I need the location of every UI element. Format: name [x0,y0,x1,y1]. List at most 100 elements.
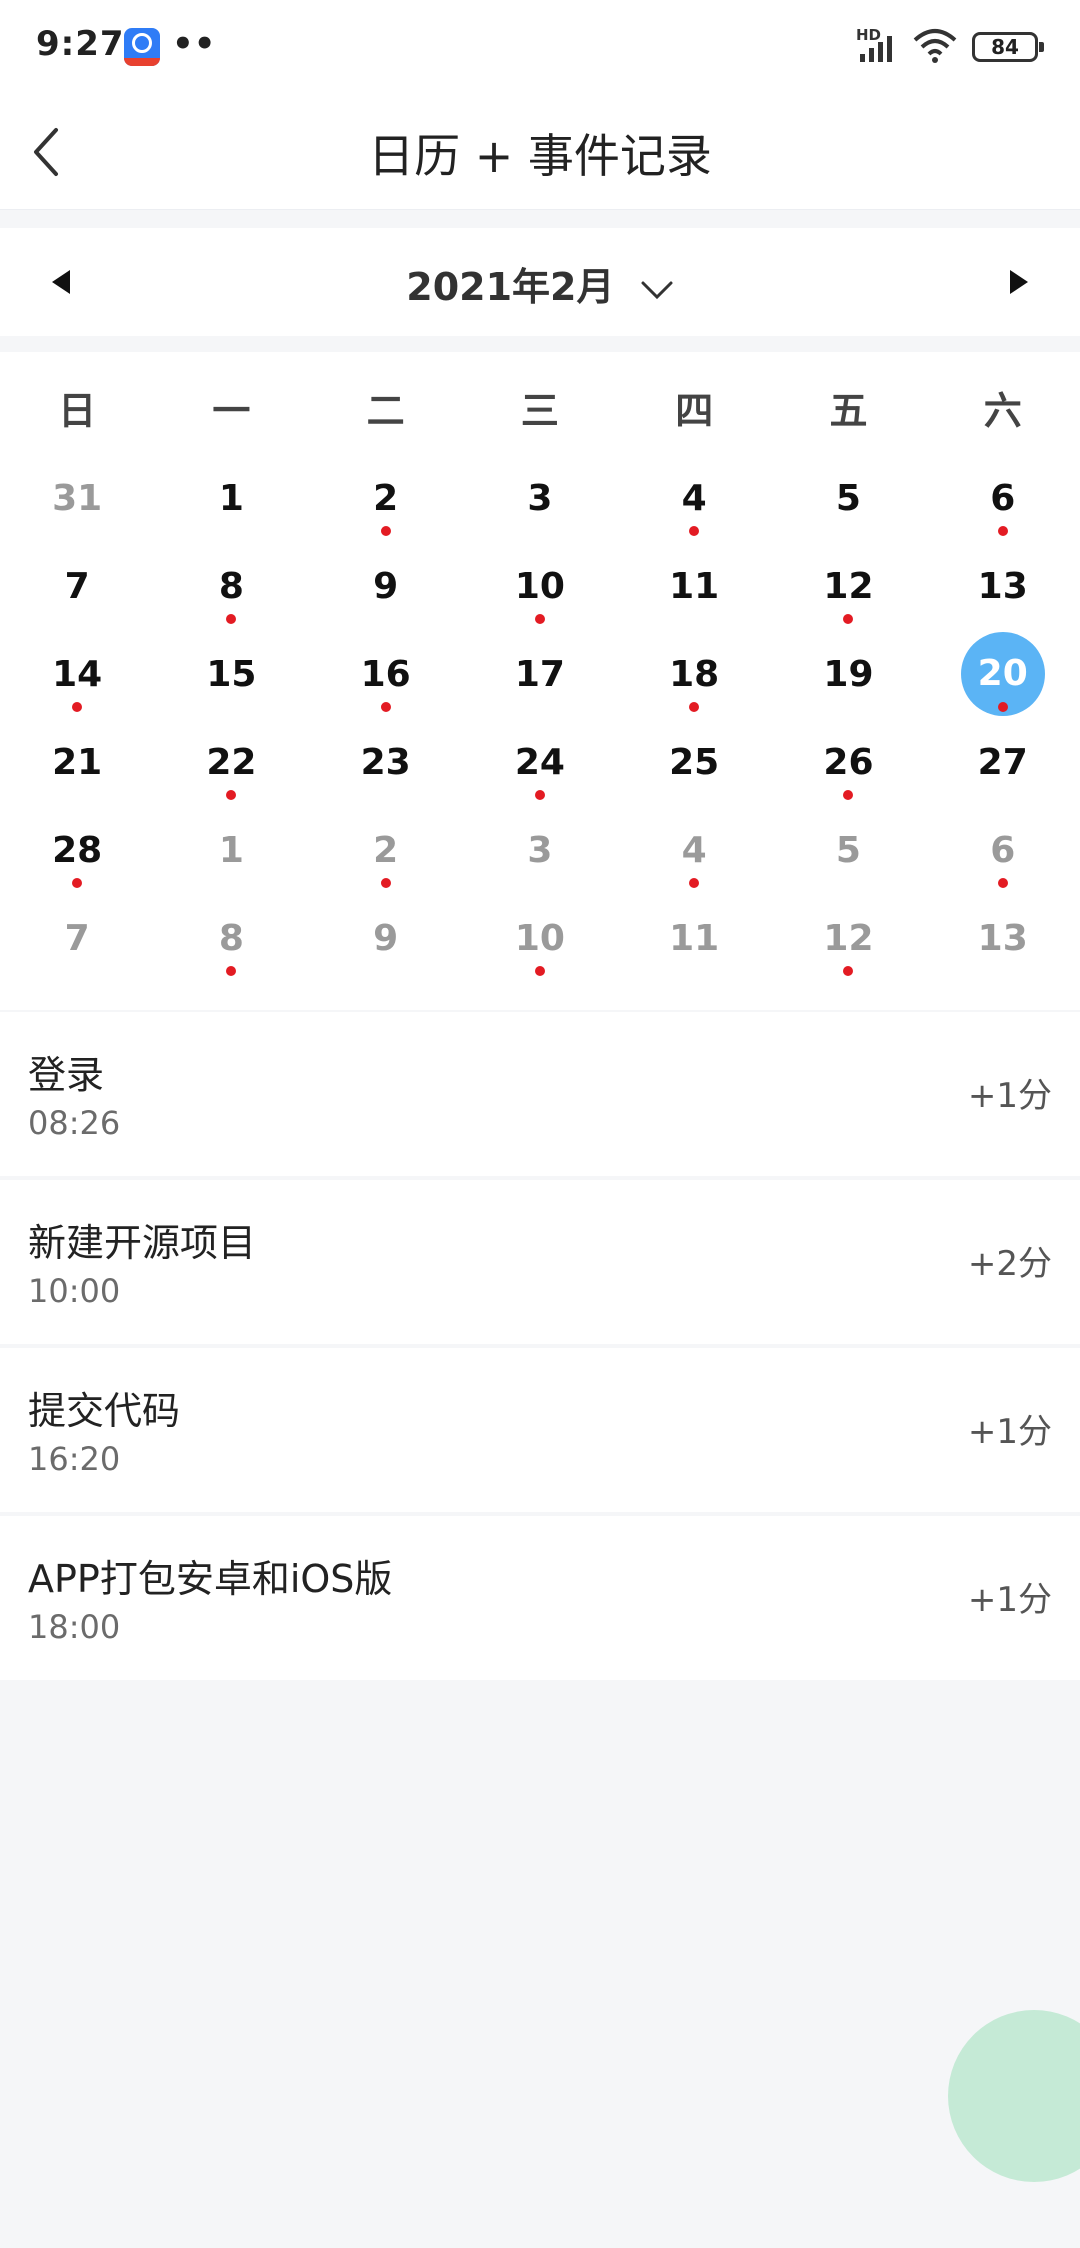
calendar-day[interactable]: 12 [771,550,925,638]
day-number: 15 [206,654,257,695]
event-item[interactable]: APP打包安卓和iOS版 18:00 +1分 [0,1516,1080,1680]
day-number: 23 [360,742,411,783]
event-score: +1分 [967,1076,1052,1116]
calendar-day[interactable]: 4 [617,462,771,550]
calendar-day[interactable]: 13 [926,902,1080,990]
day-number: 13 [977,566,1028,607]
weekday-label: 一 [212,389,251,433]
day-number: 9 [373,918,399,959]
next-month-button[interactable] [990,252,1050,312]
event-score: +1分 [967,1412,1052,1452]
weekday-label: 五 [829,389,868,433]
day-number: 3 [527,478,553,519]
day-number: 11 [669,566,720,607]
event-dot-indicator [997,526,1008,536]
event-score: +2分 [967,1244,1052,1284]
calendar-day[interactable]: 12 [771,902,925,990]
calendar-day[interactable]: 27 [926,726,1080,814]
calendar-day[interactable]: 23 [309,726,463,814]
calendar-day[interactable]: 9 [309,902,463,990]
calendar-day[interactable]: 3 [463,462,617,550]
calendar-day[interactable]: 31 [0,462,154,550]
calendar-day[interactable]: 5 [771,462,925,550]
calendar-day[interactable]: 14 [0,638,154,726]
event-item[interactable]: 提交代码 16:20 +1分 [0,1348,1080,1512]
event-item[interactable]: 新建开源项目 10:00 +2分 [0,1180,1080,1344]
day-number: 1 [218,830,244,871]
calendar-day[interactable]: 24 [463,726,617,814]
calendar-day[interactable]: 6 [926,814,1080,902]
event-list: 登录 08:26 +1分 新建开源项目 10:00 +2分 提交代码 16:20… [0,1012,1080,1684]
calendar-day[interactable]: 18 [617,638,771,726]
calendar-day[interactable]: 4 [617,814,771,902]
calendar-day[interactable]: 10 [463,902,617,990]
day-number: 1 [218,478,244,519]
calendar-day[interactable]: 6 [926,462,1080,550]
weekday-label: 三 [520,389,559,433]
month-navigation: 2021年2月 [0,228,1080,336]
calendar-day[interactable]: 2 [309,462,463,550]
calendar-day[interactable]: 19 [771,638,925,726]
event-item[interactable]: 登录 08:26 +1分 [0,1012,1080,1176]
calendar-week-row: 14 15 16 17 18 19 20 [0,632,1080,726]
day-number: 13 [977,918,1028,959]
event-name: 提交代码 [28,1389,181,1433]
event-dot-indicator [380,702,391,712]
event-name: APP打包安卓和iOS版 [28,1557,393,1601]
event-dot-indicator [380,878,391,888]
calendar-day[interactable]: 7 [0,902,154,990]
event-score: +1分 [967,1580,1052,1620]
day-number: 27 [977,742,1028,783]
event-time: 10:00 [28,1272,121,1310]
month-selector[interactable]: 2021年2月 [0,256,1080,311]
calendar-day[interactable]: 8 [154,902,308,990]
day-number: 31 [52,478,103,519]
wifi-icon [913,29,957,63]
event-time: 18:00 [28,1608,121,1646]
calendar-day[interactable]: 22 [154,726,308,814]
day-number: 5 [835,478,861,519]
weekday-label: 日 [58,389,97,433]
calendar-day[interactable]: 11 [617,902,771,990]
calendar-day-selected[interactable]: 20 [926,632,1080,726]
calendar-day[interactable]: 26 [771,726,925,814]
event-dot-indicator [534,614,545,624]
calendar-week-row: 28 1 2 3 4 5 6 [0,814,1080,902]
event-dot-indicator [534,790,545,800]
calendar-day[interactable]: 2 [309,814,463,902]
page-title: 日历 + 事件记录 [368,129,712,183]
calendar-day[interactable]: 13 [926,550,1080,638]
event-name: 新建开源项目 [28,1221,257,1265]
event-dot-indicator [380,526,391,536]
event-name: 登录 [28,1053,105,1097]
calendar-week-row: 7 8 9 10 11 12 13 [0,550,1080,638]
calendar-day[interactable]: 1 [154,462,308,550]
day-number: 19 [823,654,874,695]
calendar-day[interactable]: 15 [154,638,308,726]
chevron-down-icon [641,281,673,299]
month-label: 2021年2月 [406,265,615,309]
day-number: 7 [64,566,90,607]
calendar-day[interactable]: 7 [0,550,154,638]
calendar-day[interactable]: 25 [617,726,771,814]
calendar-day[interactable]: 5 [771,814,925,902]
day-number: 21 [52,742,103,783]
calendar-day[interactable]: 8 [154,550,308,638]
status-bar: 9:27 •• HD 84 [0,0,1080,92]
event-time: 08:26 [28,1104,121,1142]
day-number: 17 [514,654,565,695]
calendar-day[interactable]: 3 [463,814,617,902]
calendar-day[interactable]: 1 [154,814,308,902]
day-number: 3 [527,830,553,871]
calendar-day[interactable]: 11 [617,550,771,638]
calendar-week-row: 31 1 2 3 4 5 6 [0,462,1080,550]
calendar-day[interactable]: 21 [0,726,154,814]
calendar-day[interactable]: 9 [309,550,463,638]
calendar-day[interactable]: 28 [0,814,154,902]
calendar-day[interactable]: 16 [309,638,463,726]
floating-action-button[interactable] [948,2010,1080,2182]
calendar-day[interactable]: 10 [463,550,617,638]
calendar-day[interactable]: 17 [463,638,617,726]
event-dot-indicator [534,966,545,976]
weekday-label: 二 [366,389,405,433]
